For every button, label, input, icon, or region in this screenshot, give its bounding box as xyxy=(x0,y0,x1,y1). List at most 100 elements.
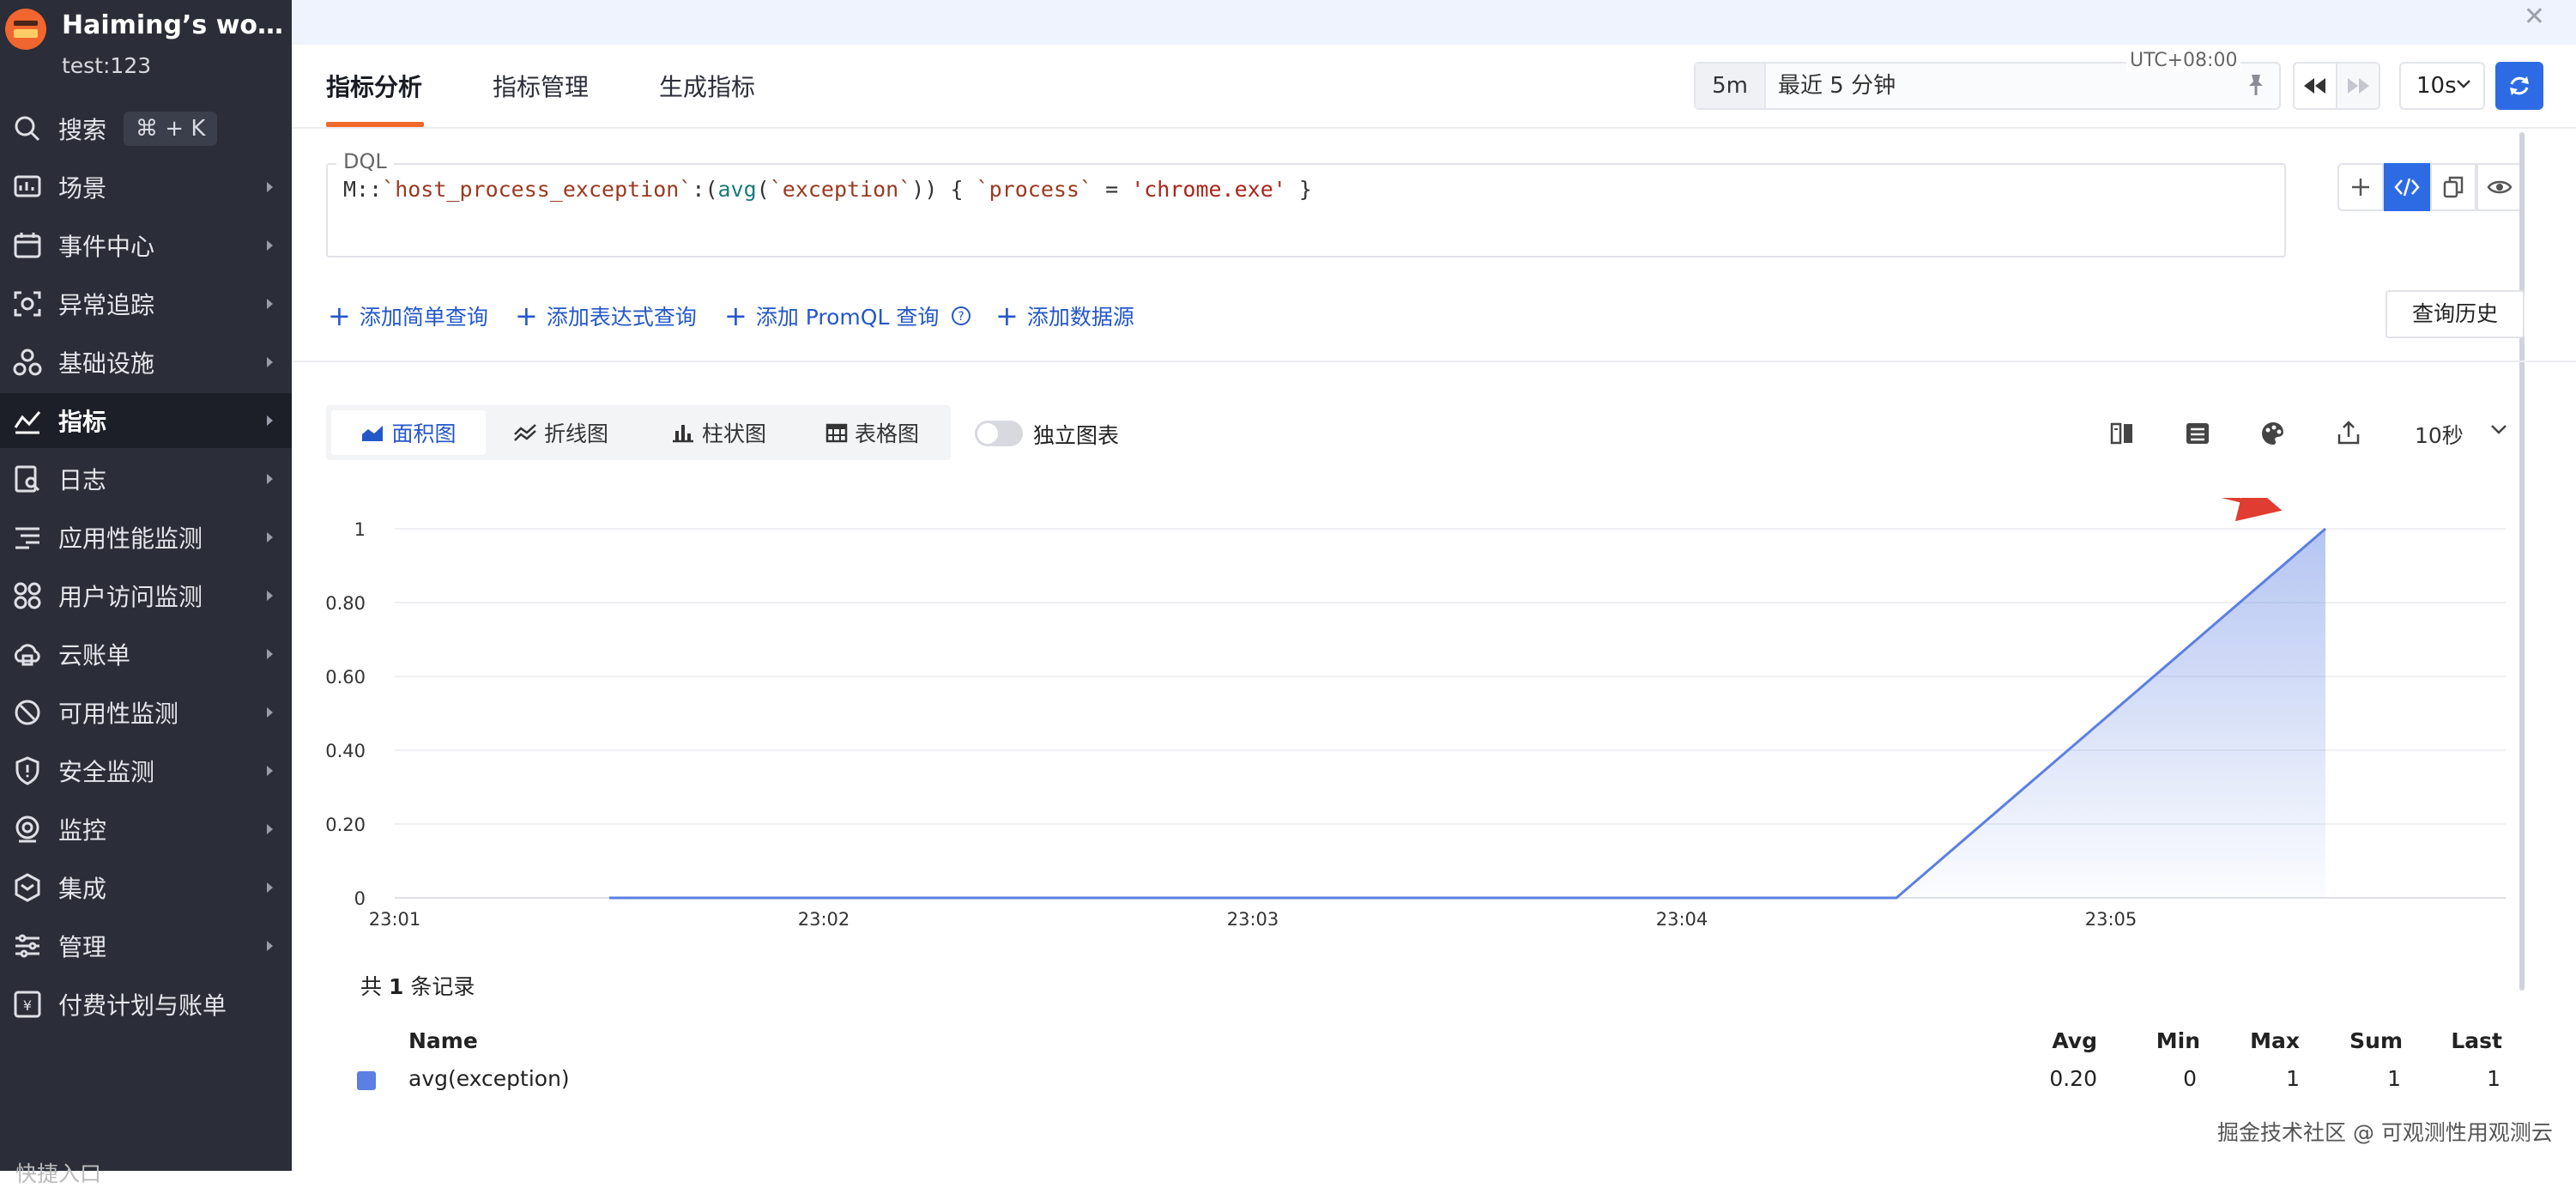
tab-metric-analysis[interactable]: 指标分析 xyxy=(326,69,422,103)
bar-chart-icon xyxy=(673,425,693,443)
sidebar-item-events[interactable]: 事件中心 xyxy=(0,218,292,273)
y-tick-label: 0.60 xyxy=(326,667,366,688)
legend-header-avg[interactable]: Avg xyxy=(1994,1028,2097,1053)
chart-type-area[interactable]: 面积图 xyxy=(331,410,486,455)
y-tick-label: 0.80 xyxy=(326,593,366,614)
query-history-button[interactable]: 查询历史 xyxy=(2386,290,2525,338)
sidebar-item-apm[interactable]: 应用性能监测 xyxy=(0,510,292,565)
refresh-button[interactable] xyxy=(2495,62,2543,110)
add-simple-query-link[interactable]: + 添加简单查询 xyxy=(328,300,488,331)
plus-icon xyxy=(2352,179,2369,196)
legend-header-min[interactable]: Min xyxy=(2097,1028,2200,1053)
sidebar-footer-quick-entry[interactable]: 快捷入口 xyxy=(15,1157,101,1188)
time-range-short[interactable]: 5m xyxy=(1696,64,1766,108)
code-mode-button[interactable] xyxy=(2384,163,2430,211)
close-icon[interactable]: ✕ xyxy=(2524,2,2545,32)
log-icon xyxy=(15,465,40,493)
tab-generate-metric[interactable]: 生成指标 xyxy=(659,69,755,103)
sidebar-item-label: 可用性监测 xyxy=(58,700,179,728)
sidebar-item-management[interactable]: 管理 xyxy=(0,918,292,973)
legend-header-sum[interactable]: Sum xyxy=(2300,1028,2403,1053)
dql-query[interactable]: M::`host_process_exception`:(avg(`except… xyxy=(343,177,1312,202)
sidebar-item-metrics[interactable]: 指标 xyxy=(0,393,292,448)
chevron-right-icon xyxy=(267,824,273,834)
chart-type-label: 表格图 xyxy=(855,421,920,446)
chart-interval-value[interactable]: 10秒 xyxy=(2415,419,2464,450)
y-tick-label: 0 xyxy=(354,888,366,909)
dql-label: DQL xyxy=(336,149,394,173)
chart-series xyxy=(609,527,2326,900)
x-tick-label: 23:05 xyxy=(2085,909,2138,930)
workspace-user: test:123 xyxy=(62,53,152,78)
divider xyxy=(292,127,2576,129)
rewind-button[interactable] xyxy=(2293,62,2337,110)
legend-row-max: 1 xyxy=(2286,1066,2300,1091)
sidebar-item-label: 异常追踪 xyxy=(58,291,155,319)
sidebar-item-billing-plan[interactable]: ¥ 付费计划与账单 xyxy=(0,977,292,1032)
add-datasource-link[interactable]: + 添加数据源 xyxy=(995,300,1134,331)
series-area xyxy=(609,529,2325,898)
legend-header-last[interactable]: Last xyxy=(2399,1028,2502,1053)
sidebar-item-logs[interactable]: 日志 xyxy=(0,452,292,506)
chart-type-label: 柱状图 xyxy=(702,421,767,446)
top-banner xyxy=(292,0,2576,45)
tab-metric-management[interactable]: 指标管理 xyxy=(493,69,589,103)
add-expression-query-link[interactable]: + 添加表达式查询 xyxy=(515,300,697,331)
pin-icon[interactable] xyxy=(2243,72,2269,98)
add-query-button[interactable] xyxy=(2337,163,2384,211)
time-range-text[interactable]: 最近 5 分钟 xyxy=(1778,64,1896,108)
add-link-label: 添加数据源 xyxy=(1026,305,1134,330)
sidebar-item-availability[interactable]: 可用性监测 xyxy=(0,685,292,740)
sidebar-item-scenes[interactable]: 场景 xyxy=(0,160,292,215)
export-icon[interactable] xyxy=(2334,419,2363,448)
rewind-icon xyxy=(2304,78,2325,94)
chevron-down-icon[interactable] xyxy=(2490,424,2507,436)
fast-forward-button[interactable] xyxy=(2336,62,2380,110)
integration-icon xyxy=(15,873,40,902)
legend-header-max[interactable]: Max xyxy=(2197,1028,2300,1053)
sidebar-search[interactable]: 搜索 ⌘ + K xyxy=(0,101,292,156)
chevron-right-icon xyxy=(267,240,273,251)
sidebar-item-label: 事件中心 xyxy=(58,233,155,261)
sidebar-item-infrastructure[interactable]: 基础设施 xyxy=(0,335,292,390)
chart-type-label: 折线图 xyxy=(544,421,609,446)
annotation-arrow xyxy=(2221,498,2283,522)
chart-type-table[interactable]: 表格图 xyxy=(825,410,919,455)
sidebar-item-monitoring[interactable]: 监控 xyxy=(0,802,292,857)
palette-icon[interactable] xyxy=(2259,419,2288,448)
sidebar-item-integration[interactable]: 集成 xyxy=(0,860,292,915)
plus-icon: + xyxy=(724,300,747,332)
workspace-name[interactable]: Haiming’s work... xyxy=(62,10,287,40)
x-tick-label: 23:02 xyxy=(798,909,850,930)
refresh-interval-select[interactable]: 10s xyxy=(2399,62,2485,110)
preview-button[interactable] xyxy=(2476,163,2523,211)
independent-chart-toggle[interactable] xyxy=(975,421,1023,446)
help-icon[interactable]: ? xyxy=(951,306,971,326)
sidebar-item-cloud-billing[interactable]: 云账单 xyxy=(0,627,292,682)
legend-row-avg: 0.20 xyxy=(2049,1066,2097,1091)
sidebar-item-label: 指标 xyxy=(58,408,107,436)
search-icon xyxy=(15,116,40,142)
sidebar-item-label: 用户访问监测 xyxy=(58,583,203,611)
sidebar-item-rum[interactable]: 用户访问监测 xyxy=(0,568,292,623)
workspace-logo[interactable] xyxy=(5,9,46,50)
chevron-right-icon xyxy=(267,591,273,601)
series-color-swatch[interactable] xyxy=(357,1071,376,1090)
list-view-icon[interactable] xyxy=(2183,419,2212,448)
sidebar-item-security[interactable]: 安全监测 xyxy=(0,743,292,798)
copy-button[interactable] xyxy=(2430,163,2476,211)
compare-icon[interactable] xyxy=(2107,419,2137,448)
chart-type-bar[interactable]: 柱状图 xyxy=(671,410,766,455)
chevron-right-icon xyxy=(267,182,273,192)
camera-icon xyxy=(15,815,39,843)
legend-row-name[interactable]: avg(exception) xyxy=(408,1066,570,1091)
chart-type-label: 面积图 xyxy=(391,421,457,446)
sidebar-item-label: 日志 xyxy=(58,466,107,494)
legend-header-name[interactable]: Name xyxy=(408,1028,478,1053)
chevron-right-icon xyxy=(267,299,273,309)
add-promql-query-link[interactable]: + 添加 PromQL 查询 ? xyxy=(724,300,971,331)
chart-type-line[interactable]: 折线图 xyxy=(513,410,608,455)
line-chart-icon xyxy=(514,424,536,441)
dashboard-icon xyxy=(14,175,41,197)
sidebar-item-error-tracking[interactable]: 异常追踪 xyxy=(0,276,292,331)
